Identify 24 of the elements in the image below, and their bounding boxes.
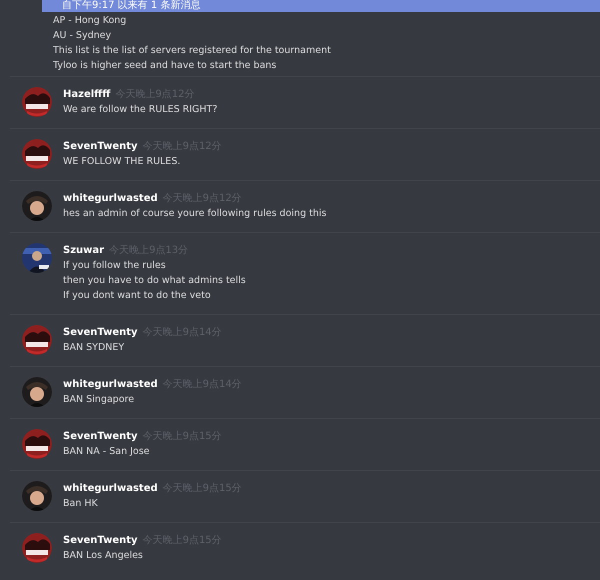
message-text: BAN Los Angeles [63,549,144,563]
username: SevenTwenty [63,535,138,546]
username: Szuwar [63,245,104,256]
message-text: then you have to do what admins tells [63,274,246,288]
message-text: We are follow the RULES RIGHT? [63,103,218,117]
message-text: This list is the list of servers registered for the tournament [53,44,331,58]
username: SevenTwenty [63,327,138,338]
username: whitegurlwasted [63,483,158,494]
message-text: AU - Sydney [53,29,112,43]
message-text: BAN Singapore [63,393,136,407]
message-text: Ban HK [63,497,99,511]
username: SevenTwenty [63,431,138,442]
message-text: If you follow the rules [63,259,167,273]
message-text: AP - Hong Kong [53,14,128,28]
message-text: WE FOLLOW THE RULES. [63,155,182,169]
username: whitegurlwasted [63,379,158,390]
message-text: hes an admin of course youre following rules doing this [63,207,326,221]
message-text: BAN SYDNEY [63,341,126,355]
username: Hazelffff [63,89,110,100]
username: SevenTwenty [63,141,138,152]
username: whitegurlwasted [63,193,158,204]
message-text: Tyloo is higher seed and have to start the bans [53,59,278,73]
message-text: If you dont want to do the veto [63,289,212,303]
message-text: BAN NA - San Jose [63,445,151,459]
